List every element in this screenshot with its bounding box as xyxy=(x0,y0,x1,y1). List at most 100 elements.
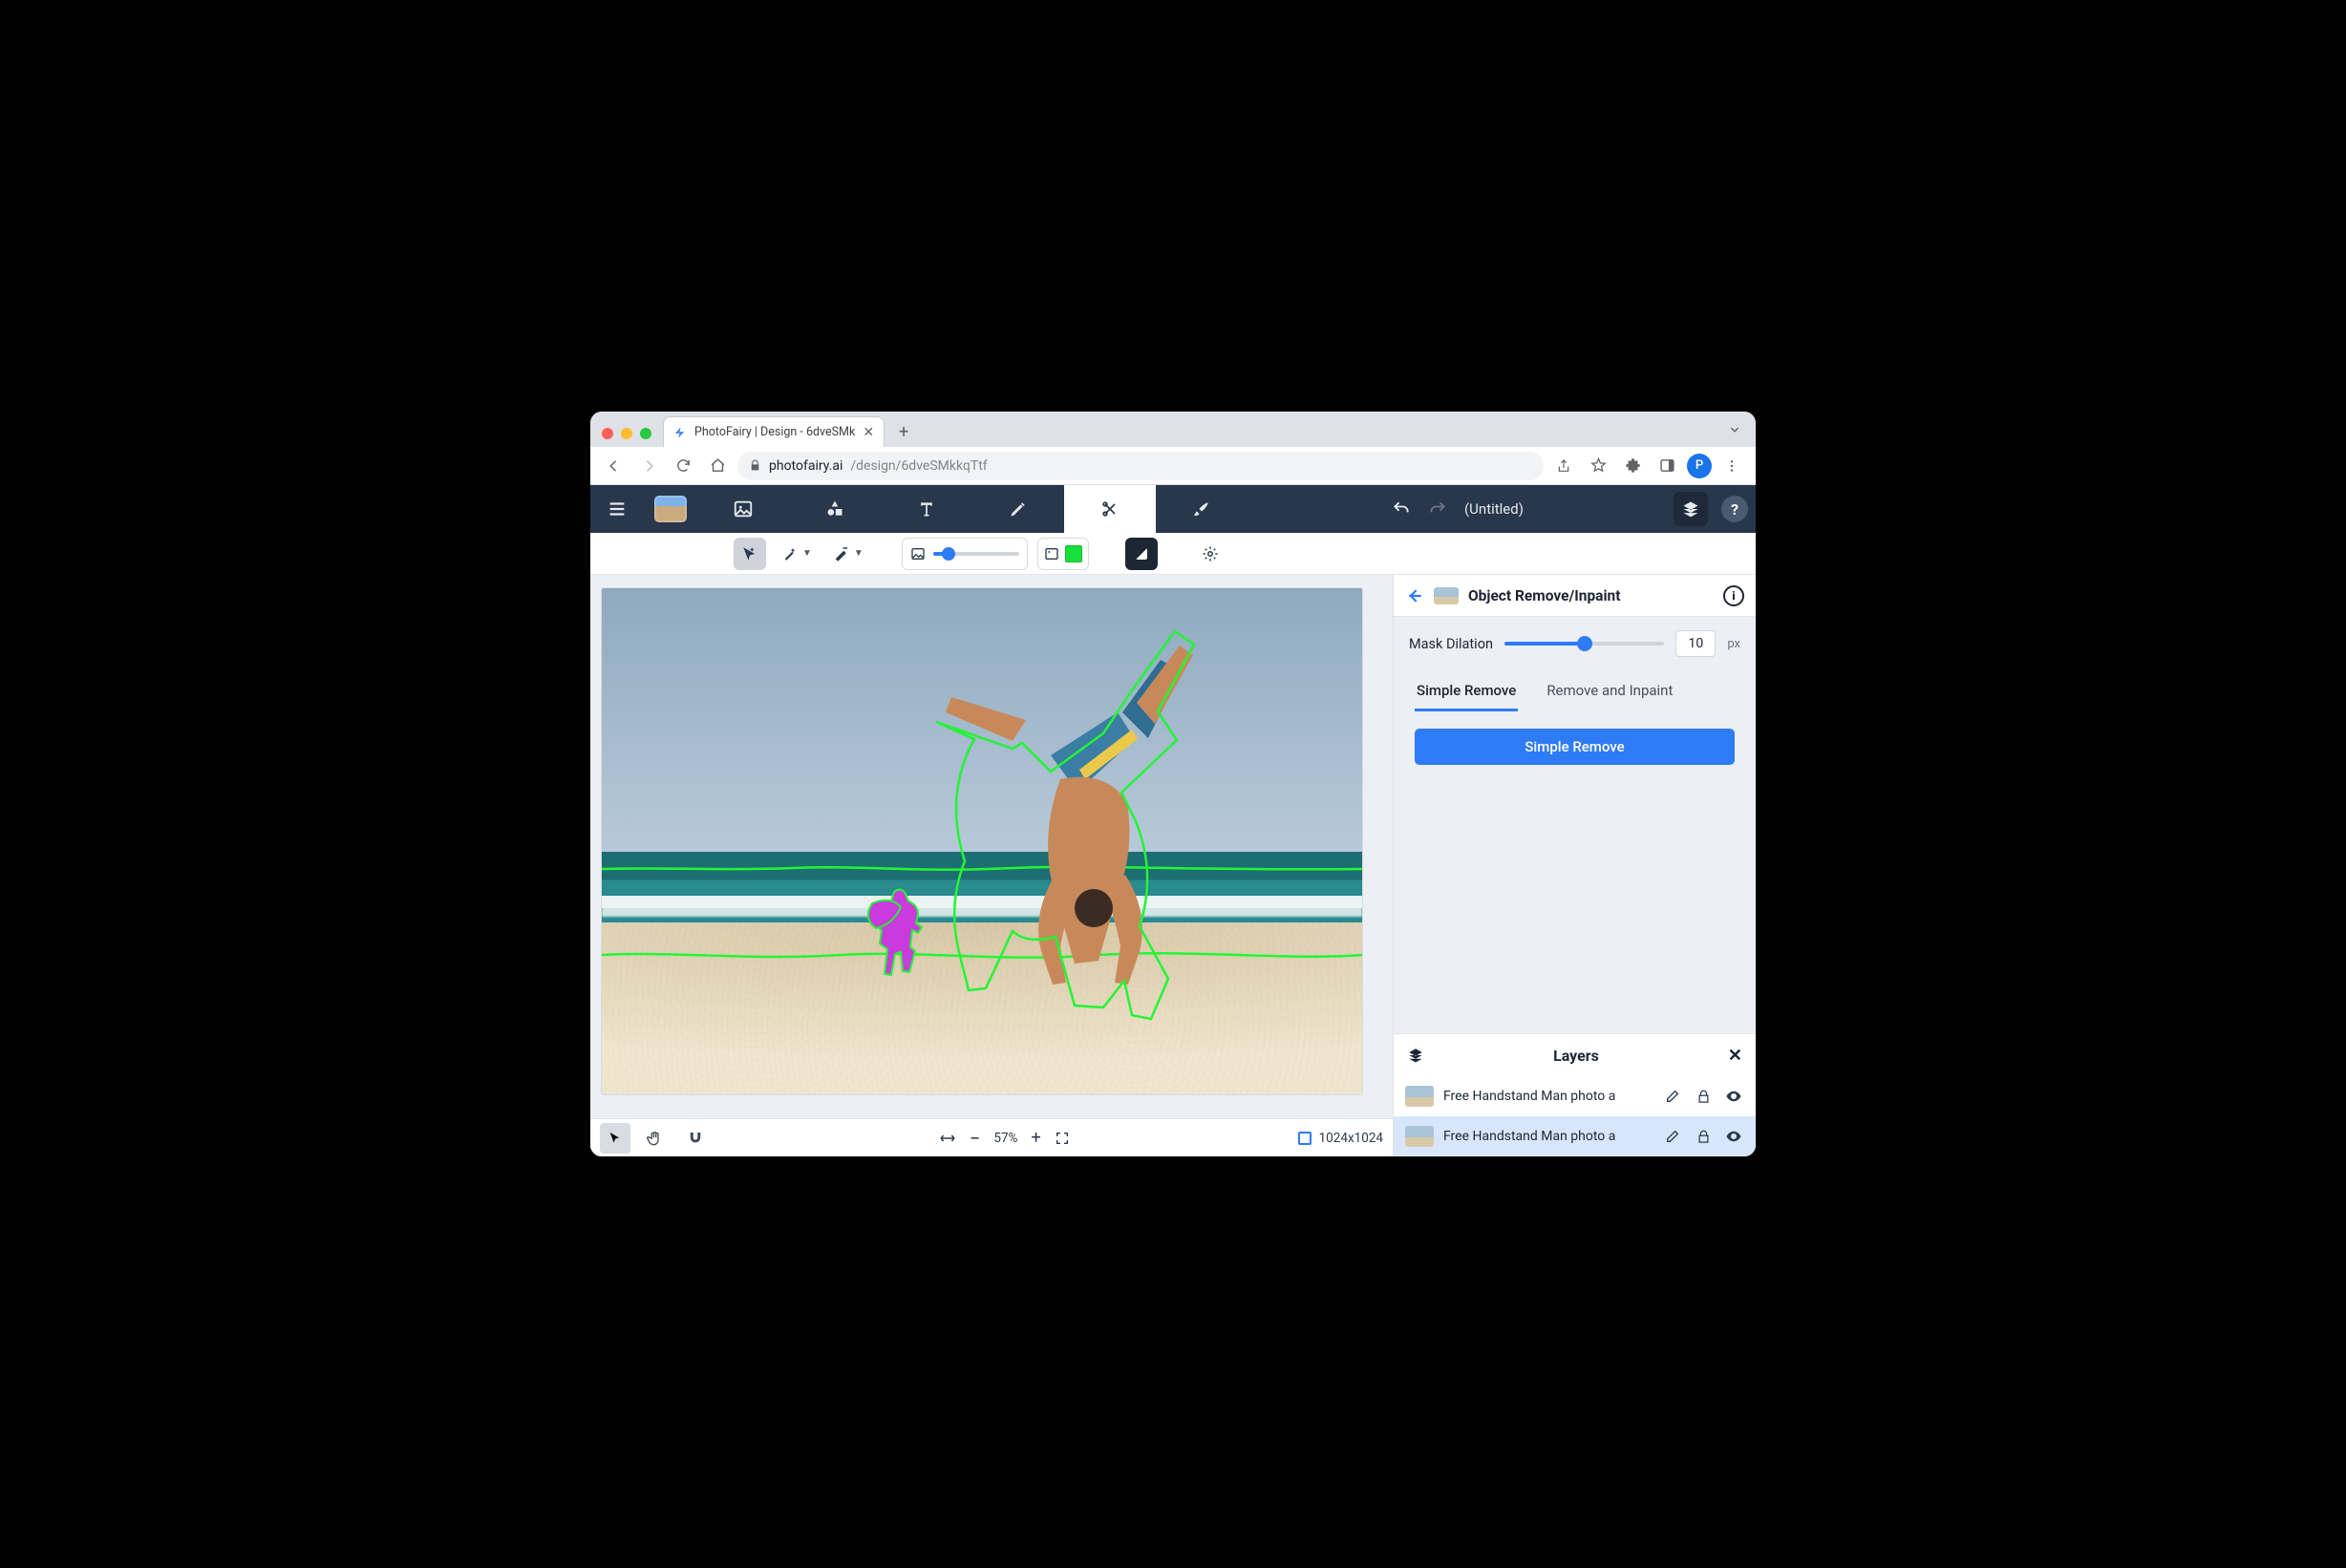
canvas-panel: − 57% + 1024x1024 xyxy=(590,575,1393,1156)
minimize-window-button[interactable] xyxy=(621,428,632,439)
fullscreen-window-button[interactable] xyxy=(640,428,651,439)
fit-width-button[interactable] xyxy=(939,1130,956,1147)
pan-tool[interactable] xyxy=(640,1123,671,1154)
image-icon xyxy=(1044,546,1059,562)
layers-icon xyxy=(1407,1047,1424,1064)
text-tool[interactable] xyxy=(881,485,972,533)
mask-dilation-unit: px xyxy=(1727,637,1740,651)
magic-select-tool[interactable] xyxy=(734,538,766,570)
sidepanel-button[interactable] xyxy=(1653,452,1681,480)
caret-icon: ▼ xyxy=(802,548,812,559)
draw-tool[interactable] xyxy=(972,485,1064,533)
segmentation-overlay xyxy=(602,588,1362,1094)
panel-tabs: Simple Remove Remove and Inpaint xyxy=(1394,670,1756,711)
share-button[interactable] xyxy=(1549,452,1578,480)
canvas[interactable] xyxy=(602,588,1362,1094)
fullscreen-button[interactable] xyxy=(1055,1131,1070,1146)
layer-edit-icon[interactable] xyxy=(1662,1089,1683,1104)
wand-add-tool[interactable]: ▼ xyxy=(776,538,818,570)
canvas-size: 1024x1024 xyxy=(1319,1131,1383,1146)
caret-icon: ▼ xyxy=(854,548,864,559)
tab-remove-inpaint[interactable]: Remove and Inpaint xyxy=(1545,674,1674,711)
mask-dilation-label: Mask Dilation xyxy=(1409,636,1493,652)
history-controls: (Untitled) xyxy=(1248,485,1668,533)
tabs-overflow-button[interactable] xyxy=(1721,416,1748,443)
reload-button[interactable] xyxy=(669,452,697,480)
browser-tabstrip: PhotoFairy | Design - 6dveSMk ✕ + xyxy=(590,412,1756,447)
layers-toggle-button[interactable] xyxy=(1674,492,1708,526)
url-path: /design/6dveSMkkqTtf xyxy=(850,458,987,474)
panel-info-button[interactable]: i xyxy=(1723,585,1744,606)
favicon-icon xyxy=(673,426,687,439)
status-bar: − 57% + 1024x1024 xyxy=(590,1118,1393,1156)
browser-tab[interactable]: PhotoFairy | Design - 6dveSMk ✕ xyxy=(663,416,885,447)
overlay-opacity-slider[interactable] xyxy=(933,552,1019,556)
wand-remove-tool[interactable]: ▼ xyxy=(827,538,869,570)
gallery-icon xyxy=(654,496,687,522)
snap-tool[interactable] xyxy=(680,1123,711,1154)
new-tab-button[interactable]: + xyxy=(890,418,917,445)
color-swatch xyxy=(1065,545,1082,562)
simple-remove-button[interactable]: Simple Remove xyxy=(1415,729,1735,765)
app-toolbar: (Untitled) ? xyxy=(590,485,1756,533)
mask-dilation-row: Mask Dilation 10 px xyxy=(1394,617,1756,670)
panel-title: Object Remove/Inpaint xyxy=(1468,587,1714,604)
layer-thumb xyxy=(1405,1086,1434,1107)
profile-avatar[interactable]: P xyxy=(1687,454,1712,478)
overlay-color-control[interactable] xyxy=(1037,538,1089,570)
redo-button[interactable] xyxy=(1428,499,1447,519)
url-host: photofairy.ai xyxy=(769,458,842,474)
browser-toolbar: photofairy.ai/design/6dveSMkkqTtf P xyxy=(590,447,1756,485)
pointer-tool[interactable] xyxy=(600,1123,630,1154)
cut-tool[interactable] xyxy=(1064,485,1156,533)
menu-button[interactable] xyxy=(590,485,644,533)
browser-menu-button[interactable] xyxy=(1717,452,1746,480)
panel-thumb xyxy=(1434,587,1459,604)
zoom-value[interactable]: 57% xyxy=(993,1131,1017,1146)
layer-lock-icon[interactable] xyxy=(1693,1090,1714,1104)
canvas-bounds-icon xyxy=(1298,1132,1312,1145)
layer-visibility-icon[interactable] xyxy=(1723,1088,1744,1105)
layers-close-button[interactable]: ✕ xyxy=(1728,1046,1742,1066)
image-icon xyxy=(910,546,926,562)
layer-name: Free Handstand Man photo a xyxy=(1443,1089,1653,1104)
overlay-opacity-control xyxy=(902,538,1028,570)
layer-row[interactable]: Free Handstand Man photo a xyxy=(1394,1116,1756,1156)
invert-mask-button[interactable] xyxy=(1125,538,1158,570)
shapes-tool[interactable] xyxy=(789,485,881,533)
layers-panel: Layers ✕ Free Handstand Man photo a Free… xyxy=(1394,1033,1756,1156)
nav-forward-button[interactable] xyxy=(634,452,663,480)
panel-header: Object Remove/Inpaint i xyxy=(1394,575,1756,617)
help-button[interactable]: ? xyxy=(1721,496,1748,522)
layer-row[interactable]: Free Handstand Man photo a xyxy=(1394,1076,1756,1116)
selection-settings-button[interactable] xyxy=(1194,538,1226,570)
close-tab-icon[interactable]: ✕ xyxy=(863,426,874,439)
nav-back-button[interactable] xyxy=(600,452,629,480)
workspace: − 57% + 1024x1024 Object Remove/Inpaint … xyxy=(590,575,1756,1156)
mask-dilation-value[interactable]: 10 xyxy=(1675,630,1716,657)
gallery-button[interactable] xyxy=(644,485,697,533)
undo-button[interactable] xyxy=(1392,499,1411,519)
close-window-button[interactable] xyxy=(602,428,613,439)
address-bar[interactable]: photofairy.ai/design/6dveSMkkqTtf xyxy=(737,452,1544,480)
brush-tool[interactable] xyxy=(1156,485,1248,533)
browser-window: PhotoFairy | Design - 6dveSMk ✕ + photof… xyxy=(590,412,1756,1156)
layer-edit-icon[interactable] xyxy=(1662,1129,1683,1144)
zoom-in-button[interactable]: + xyxy=(1031,1128,1040,1148)
image-tool[interactable] xyxy=(697,485,789,533)
window-controls xyxy=(598,428,657,447)
home-button[interactable] xyxy=(703,452,732,480)
panel-back-button[interactable] xyxy=(1405,586,1424,605)
mask-dilation-slider[interactable] xyxy=(1504,642,1664,646)
layer-lock-icon[interactable] xyxy=(1693,1130,1714,1144)
side-panel: Object Remove/Inpaint i Mask Dilation 10… xyxy=(1393,575,1756,1156)
bookmark-button[interactable] xyxy=(1584,452,1612,480)
layers-title: Layers xyxy=(1424,1047,1728,1065)
tab-simple-remove[interactable]: Simple Remove xyxy=(1415,674,1518,711)
extensions-button[interactable] xyxy=(1618,452,1647,480)
layer-name: Free Handstand Man photo a xyxy=(1443,1129,1653,1144)
document-title[interactable]: (Untitled) xyxy=(1464,500,1524,518)
layer-thumb xyxy=(1405,1126,1434,1147)
layer-visibility-icon[interactable] xyxy=(1723,1128,1744,1145)
zoom-out-button[interactable]: − xyxy=(970,1127,980,1150)
